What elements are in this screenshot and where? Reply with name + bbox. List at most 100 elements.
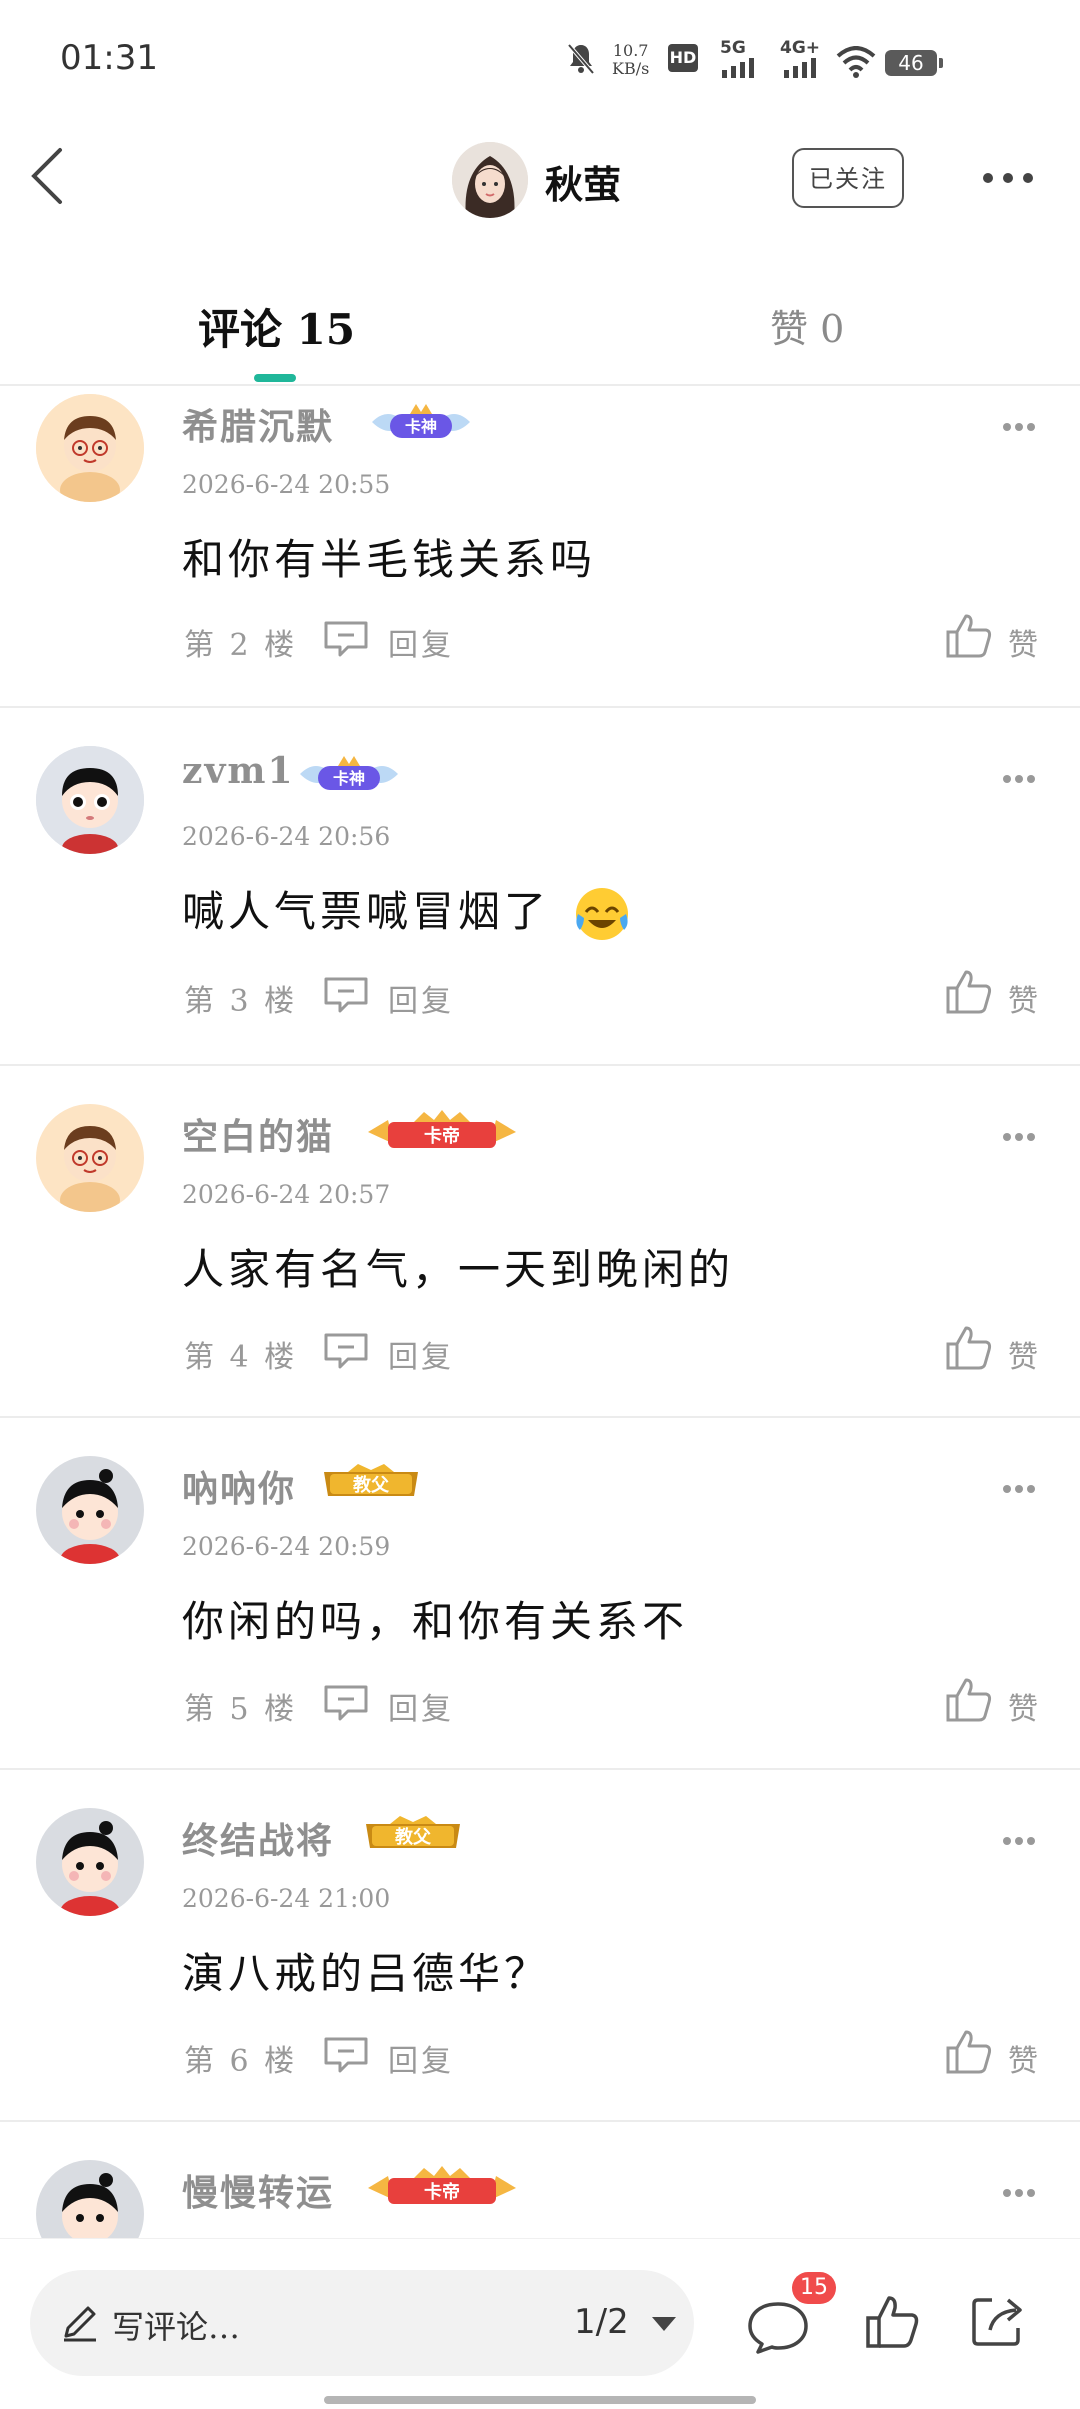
chevron-down-icon[interactable] — [650, 2315, 678, 2333]
badge-label: 卡神 — [405, 417, 437, 436]
comment-time: 2026-6-24 20:59 — [182, 1532, 391, 1561]
network-speed: 10.7 KB/s — [612, 41, 650, 78]
thumbs-up-icon[interactable] — [944, 1324, 994, 1372]
comment-time: 2026-6-24 21:00 — [182, 1884, 391, 1913]
comment-text: 喊人气票喊冒烟了 — [182, 887, 551, 936]
level-badge: 卡神 — [294, 754, 404, 794]
reply-button[interactable]: 回复 — [388, 1684, 454, 1728]
crying-laughing-emoji-icon — [576, 888, 628, 940]
avatar[interactable] — [36, 394, 144, 502]
comment-username[interactable]: zvm1 — [182, 750, 295, 792]
floor-label: 第 5 楼 — [184, 1692, 298, 1727]
badge-label: 卡帝 — [424, 2181, 460, 2203]
home-indicator[interactable] — [324, 2396, 756, 2404]
thumbs-up-icon[interactable] — [944, 1676, 994, 1724]
comment-username[interactable]: 希腊沉默 — [182, 398, 334, 450]
comment-count-badge: 15 — [792, 2272, 836, 2304]
pencil-icon — [64, 2306, 96, 2342]
badge-label: 卡神 — [333, 769, 365, 788]
more-dots-icon[interactable] — [980, 170, 1036, 186]
thumbs-up-icon[interactable] — [864, 2294, 920, 2350]
follow-button[interactable]: 已关注 — [792, 148, 904, 208]
thumbs-up-icon[interactable] — [944, 612, 994, 660]
back-arrow-icon[interactable] — [28, 146, 68, 206]
divider — [0, 1416, 1080, 1418]
floor-label: 第 4 楼 — [184, 1340, 298, 1375]
floor-label: 第 3 楼 — [184, 984, 298, 1019]
avatar[interactable] — [36, 1808, 144, 1916]
comment-bubble-icon[interactable] — [322, 976, 370, 1014]
hd-badge: HD — [668, 44, 698, 72]
like-label[interactable]: 赞 — [1008, 1684, 1038, 1728]
comment-time: 2026-6-24 20:56 — [182, 822, 391, 851]
comment-text: 和你有半毛钱关系吗 — [182, 535, 597, 584]
comment-bubble-icon[interactable] — [322, 1332, 370, 1370]
comment-time: 2026-6-24 20:55 — [182, 470, 391, 499]
reply-button[interactable]: 回复 — [388, 2036, 454, 2080]
level-badge: 卡神 — [366, 402, 476, 442]
floor-label: 第 2 楼 — [184, 628, 298, 663]
avatar[interactable] — [36, 746, 144, 854]
comment-time: 2026-6-24 20:57 — [182, 1180, 391, 1209]
comment-username[interactable]: 终结战将 — [182, 1812, 334, 1864]
wifi-icon — [836, 46, 876, 78]
comment-username[interactable]: 慢慢转运 — [182, 2164, 334, 2216]
comment-bubble-icon[interactable] — [322, 2036, 370, 2074]
level-badge: 卡帝 — [364, 1110, 520, 1150]
thumbs-up-icon[interactable] — [944, 968, 994, 1016]
share-icon[interactable] — [968, 2292, 1026, 2350]
net-5g-label: 5G — [720, 38, 746, 58]
comment-username[interactable]: 空白的猫 — [182, 1108, 334, 1160]
author-avatar[interactable] — [452, 142, 528, 218]
comment-bubble-icon[interactable] — [746, 2298, 810, 2356]
battery-indicator: 46 — [885, 50, 943, 76]
divider — [0, 2120, 1080, 2122]
status-bar: 01:31 10.7 KB/s HD 5G 4G+ 46 — [0, 0, 1080, 120]
badge-label: 卡帝 — [424, 1125, 460, 1147]
more-dots-icon[interactable] — [1002, 2188, 1036, 2198]
avatar[interactable] — [36, 2160, 144, 2238]
avatar[interactable] — [36, 1104, 144, 1212]
like-label[interactable]: 赞 — [1008, 1332, 1038, 1376]
reply-button[interactable]: 回复 — [388, 620, 454, 664]
comment-item: 慢慢转运 卡帝 — [0, 2156, 1080, 2238]
more-dots-icon[interactable] — [1002, 422, 1036, 432]
reply-button[interactable]: 回复 — [388, 1332, 454, 1376]
comment-bubble-icon[interactable] — [322, 620, 370, 658]
divider — [0, 1064, 1080, 1066]
level-badge: 教父 — [360, 1812, 466, 1852]
comment-text: 演八戒的吕德华？ — [182, 1949, 551, 1998]
thumbs-up-icon[interactable] — [944, 2028, 994, 2076]
like-label[interactable]: 赞 — [1008, 620, 1038, 664]
status-time: 01:31 — [60, 38, 158, 78]
comment-bubble-icon[interactable] — [322, 1684, 370, 1722]
comment-text: 你闲的吗，和你有关系不 — [182, 1597, 689, 1646]
tab-divider — [0, 384, 1080, 386]
like-label[interactable]: 赞 — [1008, 976, 1038, 1020]
divider — [0, 1768, 1080, 1770]
tab-likes[interactable]: 赞 0 — [770, 298, 844, 353]
reply-button[interactable]: 回复 — [388, 976, 454, 1020]
comment-placeholder[interactable]: 写评论… — [112, 2302, 240, 2348]
badge-label: 教父 — [395, 1826, 432, 1848]
avatar[interactable] — [36, 1456, 144, 1564]
comment-text: 人家有名气，一天到晚闲的 — [182, 1245, 735, 1294]
header-title: 秋萤 — [545, 162, 622, 207]
mute-icon — [567, 43, 595, 75]
badge-label: 教父 — [353, 1474, 390, 1496]
signal-5g-icon — [722, 58, 754, 78]
floor-label: 第 6 楼 — [184, 2044, 298, 2079]
tab-comments[interactable]: 评论 15 — [198, 296, 355, 357]
more-dots-icon[interactable] — [1002, 1484, 1036, 1494]
net-4g-label: 4G+ — [780, 38, 821, 58]
level-badge: 教父 — [318, 1460, 424, 1500]
comment-username[interactable]: 吶吶你 — [182, 1460, 296, 1512]
divider — [0, 706, 1080, 708]
more-dots-icon[interactable] — [1002, 1132, 1036, 1142]
level-badge: 卡帝 — [364, 2166, 520, 2206]
page-indicator[interactable]: 1/2 — [574, 2302, 629, 2342]
more-dots-icon[interactable] — [1002, 774, 1036, 784]
tab-indicator — [254, 374, 296, 382]
more-dots-icon[interactable] — [1002, 1836, 1036, 1846]
like-label[interactable]: 赞 — [1008, 2036, 1038, 2080]
